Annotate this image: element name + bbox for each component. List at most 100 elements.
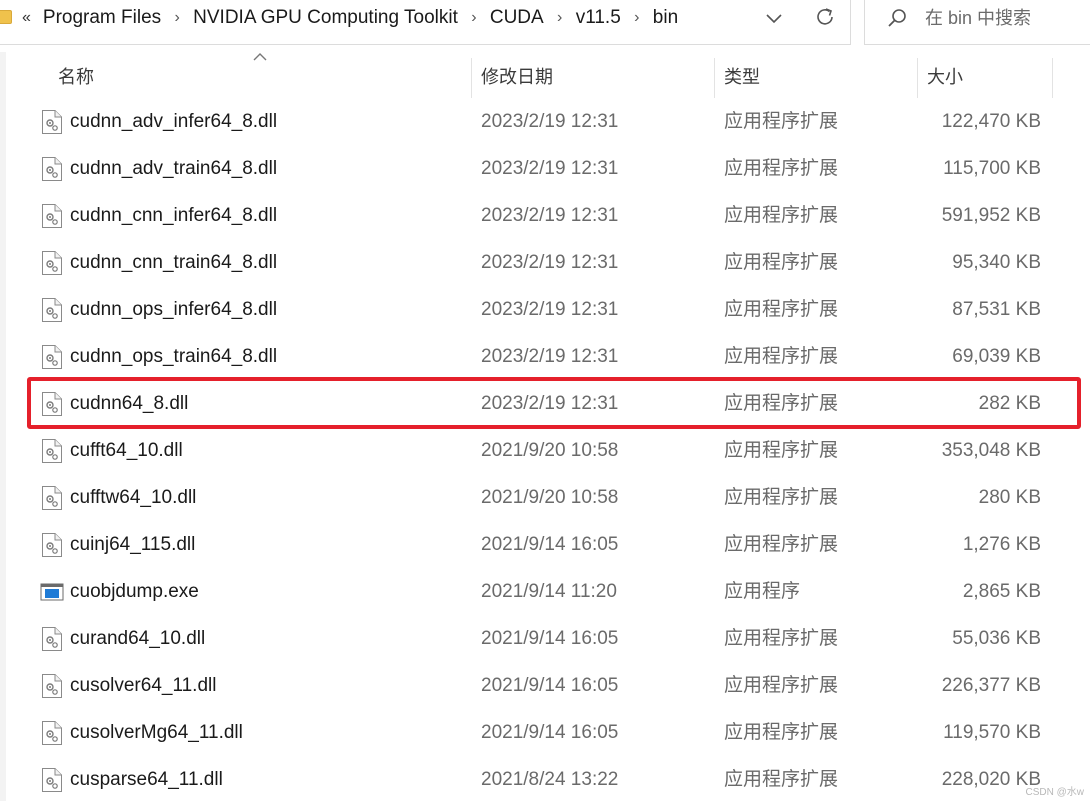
file-name: cudnn_cnn_infer64_8.dll <box>70 205 278 226</box>
dll-file-icon <box>41 626 63 652</box>
file-size: 119,570 KB <box>943 722 1041 743</box>
dll-file-icon <box>41 673 63 699</box>
breadcrumb-overflow-button[interactable]: « <box>22 9 31 27</box>
file-date: 2021/8/24 13:22 <box>481 769 619 790</box>
file-size: 69,039 KB <box>952 346 1041 367</box>
file-size: 280 KB <box>978 487 1041 508</box>
file-row[interactable]: cuinj64_115.dll 2021/9/14 16:05 应用程序扩展 1,27… <box>0 521 1090 568</box>
file-name: cudnn64_8.dll <box>70 393 189 414</box>
file-date: 2023/2/19 12:31 <box>481 111 619 132</box>
file-size: 226,377 KB <box>941 675 1041 696</box>
file-date: 2023/2/19 12:31 <box>481 299 619 320</box>
column-header-name[interactable]: 名称 <box>58 52 94 100</box>
breadcrumb-item-version[interactable]: v11.5 <box>572 7 625 29</box>
file-row[interactable]: cusparse64_11.dll 2021/8/24 13:22 应用程序扩展 22… <box>0 756 1090 801</box>
file-row[interactable]: cudnn_cnn_train64_8.dll 2023/2/19 12:31 应用… <box>0 239 1090 286</box>
file-type: 应用程序扩展 <box>724 628 839 649</box>
file-type: 应用程序扩展 <box>724 393 839 414</box>
chevron-right-icon[interactable]: › <box>462 9 486 27</box>
dll-file-icon <box>41 391 63 417</box>
refresh-icon[interactable] <box>812 4 838 30</box>
file-date: 2021/9/20 10:58 <box>481 487 619 508</box>
search-input[interactable]: 在 bin 中搜索 <box>925 0 1031 38</box>
file-row[interactable]: cudnn_cnn_infer64_8.dll 2023/2/19 12:31 应用… <box>0 192 1090 239</box>
file-date: 2021/9/14 16:05 <box>481 722 619 743</box>
file-type: 应用程序扩展 <box>724 534 839 555</box>
search-icon <box>888 9 906 27</box>
file-row[interactable]: cufft64_10.dll 2021/9/20 10:58 应用程序扩展 353,0… <box>0 427 1090 474</box>
folder-icon <box>0 10 12 24</box>
file-size: 2,865 KB <box>962 581 1041 602</box>
file-type: 应用程序扩展 <box>724 205 839 226</box>
dll-file-icon <box>41 297 63 323</box>
file-row[interactable]: cusolverMg64_11.dll 2021/9/14 16:05 应用程序扩展… <box>0 709 1090 756</box>
file-name: cusolverMg64_11.dll <box>70 722 243 743</box>
file-date: 2021/9/14 16:05 <box>481 534 619 555</box>
file-name: cusparse64_11.dll <box>70 769 223 790</box>
file-name: cuobjdump.exe <box>70 581 199 602</box>
file-date: 2023/2/19 12:31 <box>481 252 619 273</box>
chevron-right-icon[interactable]: › <box>548 9 572 27</box>
file-type: 应用程序扩展 <box>724 111 839 132</box>
file-row[interactable]: cudnn64_8.dll 2023/2/19 12:31 应用程序扩展 282 KB <box>0 380 1090 427</box>
file-date: 2023/2/19 12:31 <box>481 346 619 367</box>
file-size: 95,340 KB <box>952 252 1041 273</box>
file-type: 应用程序扩展 <box>724 346 839 367</box>
address-bar: « Program Files › NVIDIA GPU Computing T… <box>0 0 1090 45</box>
file-size: 228,020 KB <box>941 769 1041 790</box>
file-size: 353,048 KB <box>941 440 1041 461</box>
chevron-right-icon[interactable]: › <box>165 9 189 27</box>
file-name: cuinj64_115.dll <box>70 534 196 555</box>
column-header-size[interactable]: 大小 <box>927 52 963 100</box>
column-header-row: 名称 修改日期 类型 大小 <box>0 52 1090 100</box>
breadcrumb-item-nvidia[interactable]: NVIDIA GPU Computing Toolkit <box>189 7 462 29</box>
dll-file-icon <box>41 344 63 370</box>
column-divider[interactable] <box>471 58 472 98</box>
file-date: 2023/2/19 12:31 <box>481 205 619 226</box>
file-type: 应用程序扩展 <box>724 158 839 179</box>
file-name: cufft64_10.dll <box>70 440 183 461</box>
file-date: 2021/9/14 11:20 <box>481 581 617 602</box>
column-header-type[interactable]: 类型 <box>724 52 760 100</box>
file-row[interactable]: cudnn_adv_infer64_8.dll 2023/2/19 12:31 应用… <box>0 98 1090 145</box>
file-row[interactable]: cuobjdump.exe 2021/9/14 11:20 应用程序 2,865 KB <box>0 568 1090 615</box>
dll-file-icon <box>41 438 63 464</box>
file-type: 应用程序扩展 <box>724 440 839 461</box>
file-row[interactable]: cufftw64_10.dll 2021/9/20 10:58 应用程序扩展 280 … <box>0 474 1090 521</box>
column-divider[interactable] <box>1052 58 1053 98</box>
chevron-right-icon[interactable]: › <box>625 9 649 27</box>
file-row[interactable]: cudnn_adv_train64_8.dll 2023/2/19 12:31 应用… <box>0 145 1090 192</box>
breadcrumb-item-bin[interactable]: bin <box>649 7 682 29</box>
dll-file-icon <box>41 109 63 135</box>
exe-file-icon <box>40 581 64 607</box>
column-divider[interactable] <box>714 58 715 98</box>
breadcrumb-item-program-files[interactable]: Program Files <box>39 7 165 29</box>
file-date: 2021/9/14 16:05 <box>481 628 619 649</box>
file-size: 591,952 KB <box>941 205 1041 226</box>
file-date: 2021/9/14 16:05 <box>481 675 619 696</box>
file-name: cusolver64_11.dll <box>70 675 217 696</box>
file-row[interactable]: cudnn_ops_train64_8.dll 2023/2/19 12:31 应用… <box>0 333 1090 380</box>
file-row[interactable]: curand64_10.dll 2021/9/14 16:05 应用程序扩展 55,0… <box>0 615 1090 662</box>
dll-file-icon <box>41 720 63 746</box>
watermark: CSDN @水w <box>1025 787 1085 798</box>
file-row[interactable]: cudnn_ops_infer64_8.dll 2023/2/19 12:31 应用… <box>0 286 1090 333</box>
chevron-down-icon[interactable] <box>762 6 786 30</box>
breadcrumb-item-cuda[interactable]: CUDA <box>486 7 548 29</box>
file-name: cudnn_adv_train64_8.dll <box>70 158 278 179</box>
column-header-date[interactable]: 修改日期 <box>481 52 553 100</box>
column-divider[interactable] <box>917 58 918 98</box>
file-name: curand64_10.dll <box>70 628 206 649</box>
file-row[interactable]: cusolver64_11.dll 2021/9/14 16:05 应用程序扩展 22… <box>0 662 1090 709</box>
address-box[interactable]: « Program Files › NVIDIA GPU Computing T… <box>0 0 851 45</box>
file-date: 2023/2/19 12:31 <box>481 158 619 179</box>
search-box[interactable]: 在 bin 中搜索 <box>864 0 1090 45</box>
file-type: 应用程序扩展 <box>724 252 839 273</box>
file-type: 应用程序 <box>724 581 801 602</box>
file-name: cudnn_cnn_train64_8.dll <box>70 252 278 273</box>
dll-file-icon <box>41 156 63 182</box>
file-date: 2023/2/19 12:31 <box>481 393 619 414</box>
dll-file-icon <box>41 532 63 558</box>
file-size: 282 KB <box>978 393 1041 414</box>
file-name: cufftw64_10.dll <box>70 487 197 508</box>
